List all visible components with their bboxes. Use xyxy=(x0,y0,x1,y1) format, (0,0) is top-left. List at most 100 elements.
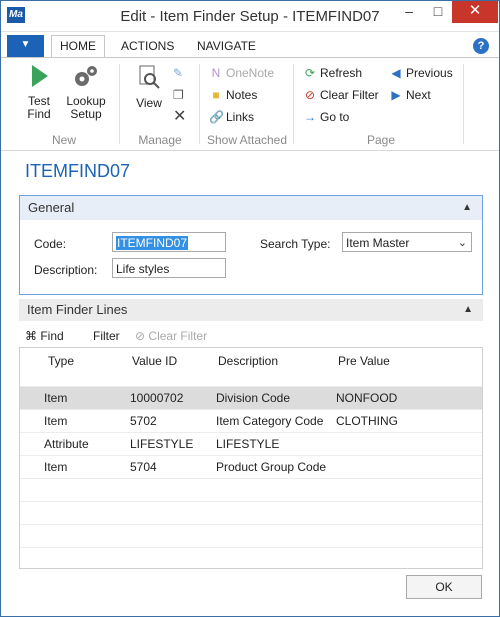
table-row-empty[interactable] xyxy=(20,547,482,568)
cell-value-id: 10000702 xyxy=(130,391,184,405)
ok-button[interactable]: OK xyxy=(406,575,482,599)
maximize-button[interactable]: □ xyxy=(425,1,451,23)
minimize-button[interactable]: – xyxy=(396,1,422,23)
code-value: ITEMFIND07 xyxy=(116,236,189,250)
column-header-description[interactable]: Description xyxy=(218,354,278,368)
collapse-icon[interactable]: ▲ xyxy=(462,196,472,220)
general-header-label: General xyxy=(28,200,75,215)
group-page-label: Page xyxy=(366,133,396,147)
page-title: ITEMFIND07 xyxy=(25,161,131,181)
window: Ma Edit - Item Finder Setup - ITEMFIND07… xyxy=(0,0,500,617)
delete-button[interactable]: ✕ xyxy=(173,108,186,126)
ribbon-separator xyxy=(199,64,200,144)
links-label: Links xyxy=(226,110,255,124)
search-type-select[interactable]: Item Master ⌄ xyxy=(342,232,472,252)
ribbon-separator xyxy=(463,64,464,144)
tab-home[interactable]: HOME xyxy=(51,35,105,59)
onenote-button[interactable]: N OneNote xyxy=(209,64,274,82)
column-header-value-id[interactable]: Value ID xyxy=(132,354,177,368)
onenote-icon: N xyxy=(211,66,221,80)
note-icon: ■ xyxy=(212,88,220,102)
table-row-empty[interactable] xyxy=(20,501,482,524)
cell-pre-value: NONFOOD xyxy=(336,391,398,405)
search-type-value: Item Master xyxy=(346,236,410,250)
chevron-down-icon: ⌄ xyxy=(457,237,467,249)
cell-pre-value: CLOTHING xyxy=(336,414,399,428)
filter-label: Filter xyxy=(93,329,120,343)
arrow-right-icon: → xyxy=(304,110,316,124)
table-row-empty[interactable] xyxy=(20,524,482,547)
table-row[interactable]: Item 10000702 Division Code NONFOOD xyxy=(20,386,482,409)
gears-icon xyxy=(75,66,97,86)
collapse-icon[interactable]: ▲ xyxy=(463,299,473,321)
binoculars-icon: ⌘ xyxy=(25,329,37,343)
cell-description: Division Code xyxy=(216,391,291,405)
cell-description: Product Group Code xyxy=(216,460,327,474)
item-finder-lines-grid: Type Value ID Description Pre Value Item… xyxy=(19,347,483,569)
find-label: Find xyxy=(40,329,64,343)
links-button[interactable]: 🔗 Links xyxy=(209,108,254,126)
cell-description: Item Category Code xyxy=(216,414,324,428)
next-label: Next xyxy=(406,88,431,102)
test-find-label: Test Find xyxy=(27,94,51,121)
cell-value-id: LIFESTYLE xyxy=(130,437,194,451)
table-row[interactable]: Item 5702 Item Category Code CLOTHING xyxy=(20,409,482,432)
lines-clear-filter-label: Clear Filter xyxy=(148,329,208,343)
previous-button[interactable]: ◀ Previous xyxy=(389,64,452,82)
view-document-icon xyxy=(139,65,160,89)
table-row[interactable]: Item 5704 Product Group Code xyxy=(20,455,482,478)
code-field[interactable]: ITEMFIND07 xyxy=(112,232,226,252)
new-document-button[interactable]: ❐ xyxy=(173,86,184,104)
notes-button[interactable]: ■ Notes xyxy=(209,86,257,104)
lines-clear-filter-button[interactable]: ⊘ Clear Filter xyxy=(135,327,207,345)
tab-actions[interactable]: ACTIONS xyxy=(113,35,182,57)
group-show-attached-label: Show Attached xyxy=(206,133,288,147)
filter-button[interactable]: Filter xyxy=(93,327,120,345)
delete-x-icon: ✕ xyxy=(173,108,187,125)
ribbon-separator xyxy=(293,64,294,144)
cell-type: Item xyxy=(44,460,68,474)
play-icon xyxy=(32,65,48,87)
description-label: Description: xyxy=(34,263,98,277)
refresh-button[interactable]: ⟳ Refresh xyxy=(303,64,362,82)
previous-arrow-icon: ◀ xyxy=(391,66,401,80)
tab-navigate[interactable]: NAVIGATE xyxy=(189,35,264,57)
close-button[interactable]: ✕ xyxy=(452,1,498,23)
lookup-setup-label: Lookup Setup xyxy=(66,94,106,121)
grid-header: Type Value ID Description Pre Value xyxy=(20,348,482,384)
clear-filter-icon: ⊘ xyxy=(304,88,316,102)
table-row[interactable]: Attribute LIFESTYLE LIFESTYLE xyxy=(20,432,482,455)
edit-pencil-button[interactable]: ✎ xyxy=(173,64,183,82)
cell-type: Attribute xyxy=(44,437,89,451)
group-new-label: New xyxy=(51,133,76,147)
clear-filter-label: Clear Filter xyxy=(320,88,379,102)
link-icon: 🔗 xyxy=(209,110,224,124)
view-label: View xyxy=(136,96,162,110)
test-find-button[interactable]: Test Find xyxy=(21,64,57,121)
ribbon-separator xyxy=(119,64,120,144)
clear-filter-button[interactable]: ⊘ Clear Filter xyxy=(303,86,379,104)
go-to-button[interactable]: → Go to xyxy=(303,108,349,126)
refresh-icon: ⟳ xyxy=(304,66,316,80)
cell-type: Item xyxy=(44,414,68,428)
column-header-type[interactable]: Type xyxy=(48,354,74,368)
help-icon[interactable]: ? xyxy=(473,38,489,54)
ribbon-tabs: ▼ HOME ACTIONS NAVIGATE ? xyxy=(1,33,499,59)
table-row-empty[interactable] xyxy=(20,478,482,501)
general-header[interactable]: General ▲ xyxy=(20,196,482,220)
lookup-setup-button[interactable]: Lookup Setup xyxy=(63,64,109,121)
ribbon: Test Find Lookup Setup New View ✎ ❐ ✕ Ma… xyxy=(1,57,499,151)
refresh-label: Refresh xyxy=(320,66,363,80)
column-header-pre-value[interactable]: Pre Value xyxy=(338,354,390,368)
lines-header-label: Item Finder Lines xyxy=(27,302,128,317)
next-button[interactable]: ▶ Next xyxy=(389,86,431,104)
general-fasttab: General ▲ Code: ITEMFIND07 Description: … xyxy=(19,195,483,295)
lines-header[interactable]: Item Finder Lines ▲ xyxy=(19,299,483,321)
description-field[interactable]: Life styles xyxy=(112,258,226,278)
onenote-label: OneNote xyxy=(226,66,275,80)
file-menu-button[interactable]: ▼ xyxy=(7,35,44,57)
next-arrow-icon: ▶ xyxy=(391,88,401,102)
find-button[interactable]: ⌘ Find xyxy=(25,327,64,345)
cell-type: Item xyxy=(44,391,68,405)
view-button[interactable]: View xyxy=(131,64,167,110)
